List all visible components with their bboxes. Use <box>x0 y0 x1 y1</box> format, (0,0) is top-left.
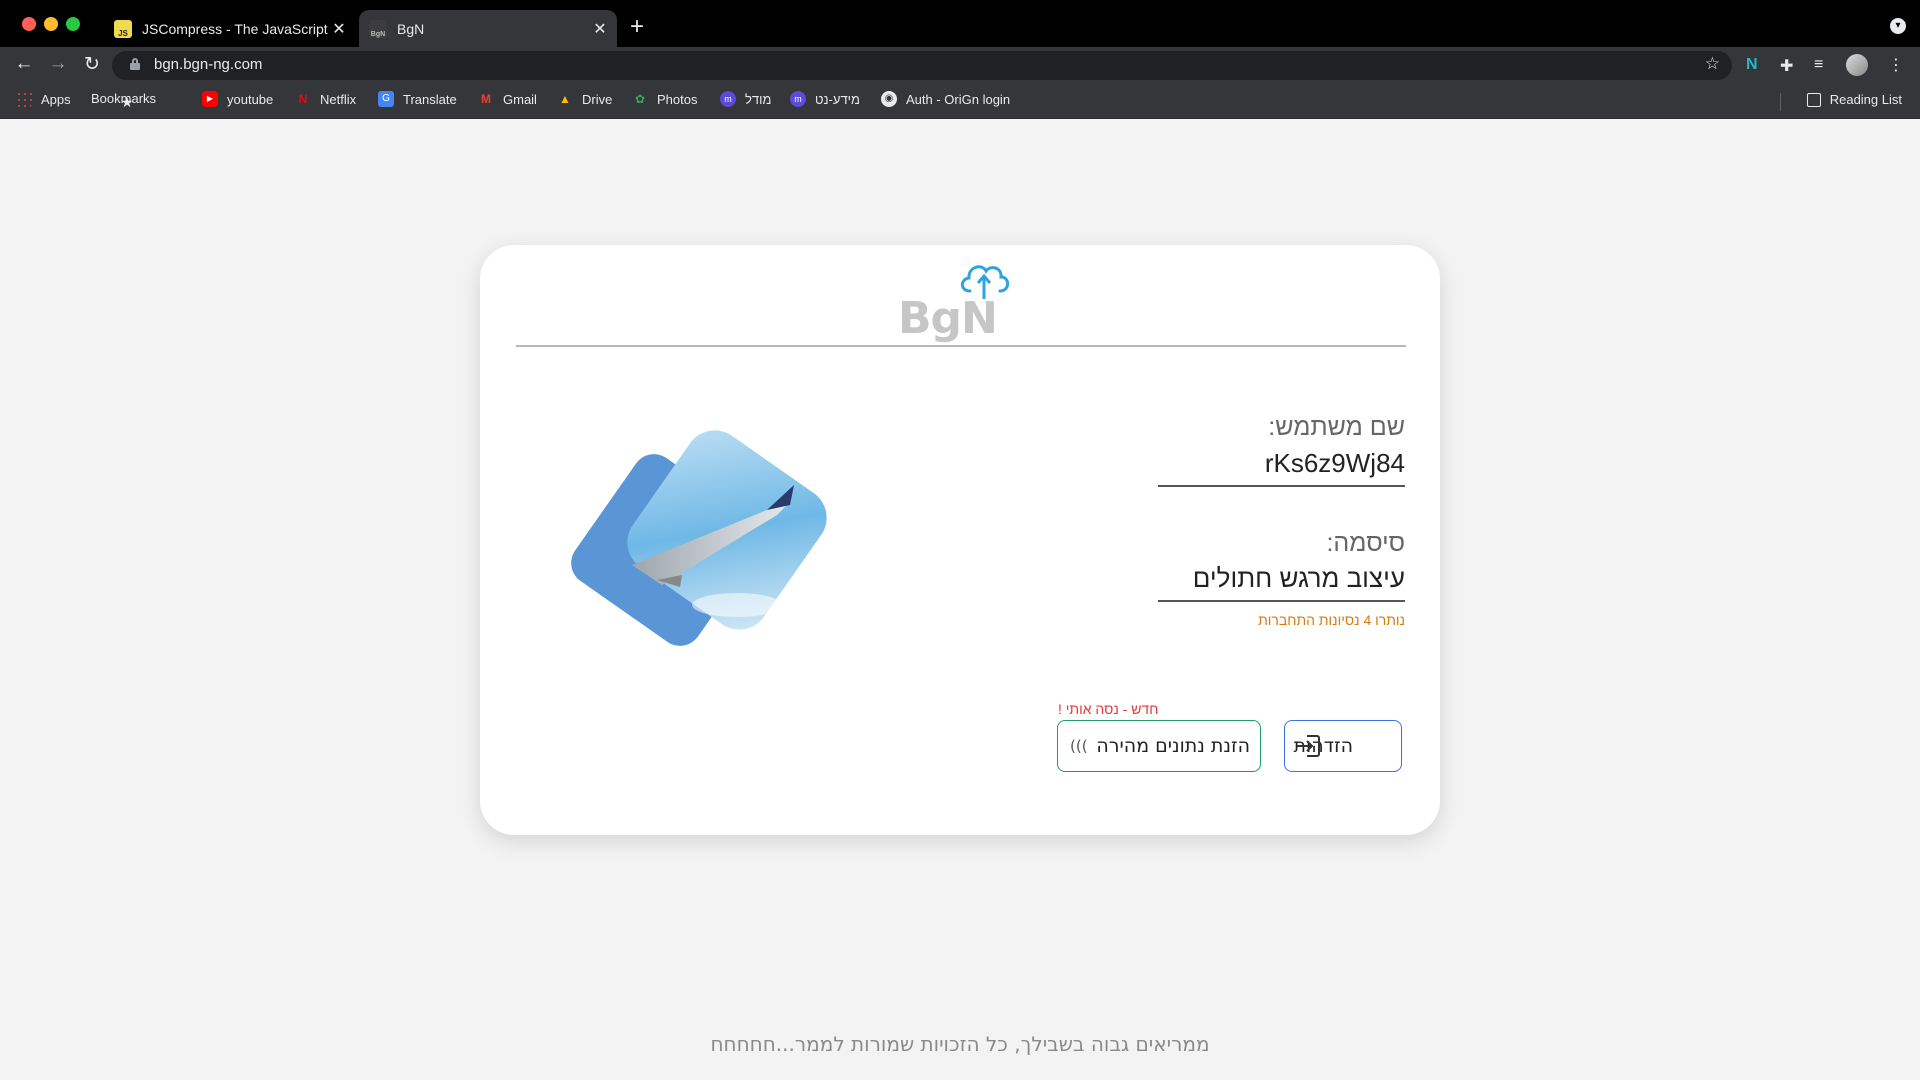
address-bar[interactable]: bgn.bgn-ng.com ☆ <box>112 51 1732 80</box>
reading-list-button[interactable]: Reading List <box>1806 92 1902 107</box>
bookmark-label: Netflix <box>320 91 357 107</box>
lock-icon[interactable] <box>130 58 140 70</box>
apps-grid-icon <box>16 91 32 107</box>
bookmarks-bar: Apps ★ Bookmarks ▶ youtube N Netflix G Trans… <box>0 83 1920 119</box>
tab-search-icon[interactable]: ▾ <box>1890 18 1906 34</box>
footer-copyright: ממריאים גבוה בשבילך, כל הזכויות שמורות ל… <box>710 1032 1210 1056</box>
photos-icon: ✿ <box>634 92 646 106</box>
more-menu-icon[interactable]: ⋮ <box>1888 55 1904 75</box>
tab-title: JSCompress - The JavaScript Compression … <box>142 20 328 37</box>
extensions-puzzle-icon[interactable]: ✚ <box>1780 56 1793 76</box>
bookmark-youtube[interactable]: ▶ youtube <box>202 91 273 107</box>
bookmarks-separator <box>1780 93 1781 111</box>
reload-icon[interactable]: ↻ <box>80 53 104 76</box>
back-arrow-icon[interactable]: ← <box>12 53 36 75</box>
extension-n-icon[interactable]: N <box>1746 56 1758 74</box>
bookmark-label: מידע-נט <box>815 91 860 107</box>
password-label: סיסמה: <box>1326 529 1405 557</box>
js-icon: JS <box>114 19 132 38</box>
auth-icon: ◉ <box>881 91 897 107</box>
bookmark-drive[interactable]: ▲ Drive <box>557 91 612 107</box>
reading-list-icon <box>1806 92 1821 107</box>
bookmark-label: Photos <box>657 91 698 107</box>
bookmark-auth[interactable]: ◉ Auth - OriGn login <box>881 91 1010 107</box>
bookmark-label: Drive <box>582 91 613 107</box>
header-divider <box>516 345 1406 347</box>
attempts-remaining-text: נותרו 4 נסיונות התחברות <box>1258 612 1405 628</box>
reading-list-label: Reading List <box>1829 92 1902 107</box>
bookmark-bookmarks[interactable]: ★ Bookmarks <box>91 91 156 110</box>
window-minimize-button[interactable] <box>44 17 58 31</box>
username-input[interactable]: rKs6z9Wj84 <box>1158 448 1405 487</box>
cloud-upload-icon <box>960 265 1010 299</box>
bookmark-apps[interactable]: Apps <box>16 91 71 107</box>
fast-entry-button-label: הזנת נתונים מהירה <box>1096 735 1250 757</box>
meida-net-icon: m <box>790 91 806 107</box>
bookmark-moodle[interactable]: m מודל <box>720 91 771 107</box>
bookmark-label: מודל <box>745 91 772 107</box>
nfc-icon: ))) <box>1070 737 1088 755</box>
bookmark-translate[interactable]: G Translate <box>378 91 457 107</box>
browser-tab-strip: JS JSCompress - The JavaScript Compressi… <box>0 0 1920 47</box>
url-text[interactable]: bgn.bgn-ng.com <box>154 56 262 73</box>
moodle-icon: m <box>720 91 736 107</box>
fast-entry-button[interactable]: הזנת נתונים מהירה ))) <box>1057 720 1261 772</box>
gmail-icon: M <box>481 92 491 106</box>
bookmark-label: Apps <box>41 91 71 107</box>
netflix-icon: N <box>298 92 308 106</box>
username-label: שם משתמש: <box>1268 413 1405 441</box>
bookmark-netflix[interactable]: N Netflix <box>295 91 356 107</box>
tab-bgn[interactable]: BgN BgN ✕ <box>359 10 617 47</box>
login-card: BgN שם משתמש: rKs6z9Wj84 סיסמה: עיצוב מר… <box>480 245 1440 835</box>
login-button[interactable]: הזדהות <box>1284 720 1402 772</box>
bookmark-label: Gmail <box>503 91 537 107</box>
drive-icon: ▲ <box>559 92 571 106</box>
bookmark-meida-net[interactable]: m מידע-נט <box>790 91 860 107</box>
password-input[interactable]: עיצוב מרגש חתולים <box>1158 563 1405 602</box>
bookmark-label: Translate <box>403 91 457 107</box>
sign-in-icon <box>1297 735 1320 757</box>
bookmark-star-icon[interactable]: ☆ <box>1705 54 1720 74</box>
bookmark-label: youtube <box>227 91 274 107</box>
tab-close-icon[interactable]: ✕ <box>589 19 611 39</box>
profile-avatar[interactable] <box>1846 54 1868 76</box>
window-zoom-button[interactable] <box>66 17 80 31</box>
new-feature-hint: חדש - נסה אותי ! <box>1058 701 1159 717</box>
browser-toolbar: ← → ↻ bgn.bgn-ng.com ☆ N ✚ ≡ ⋮ <box>0 47 1920 83</box>
bgn-icon: BgN <box>369 19 387 38</box>
airplane-wing-illustration <box>571 430 827 646</box>
translate-icon: G <box>378 91 394 107</box>
tab-title: BgN <box>397 20 425 37</box>
media-queue-icon[interactable]: ≡ <box>1814 56 1823 74</box>
bookmark-photos[interactable]: ✿ Photos <box>632 91 698 107</box>
bookmark-label: Auth - OriGn login <box>906 91 1011 107</box>
star-icon: ★ <box>120 94 134 110</box>
window-close-button[interactable] <box>22 17 36 31</box>
tab-close-icon[interactable]: ✕ <box>328 19 350 39</box>
new-tab-button[interactable]: + <box>630 13 644 41</box>
youtube-icon: ▶ <box>202 91 218 107</box>
bgn-logo: BgN <box>898 257 1038 344</box>
bookmark-gmail[interactable]: M Gmail <box>478 91 537 107</box>
tab-jscompress[interactable]: JS JSCompress - The JavaScript Compressi… <box>104 10 356 47</box>
forward-arrow-icon[interactable]: → <box>46 53 70 75</box>
